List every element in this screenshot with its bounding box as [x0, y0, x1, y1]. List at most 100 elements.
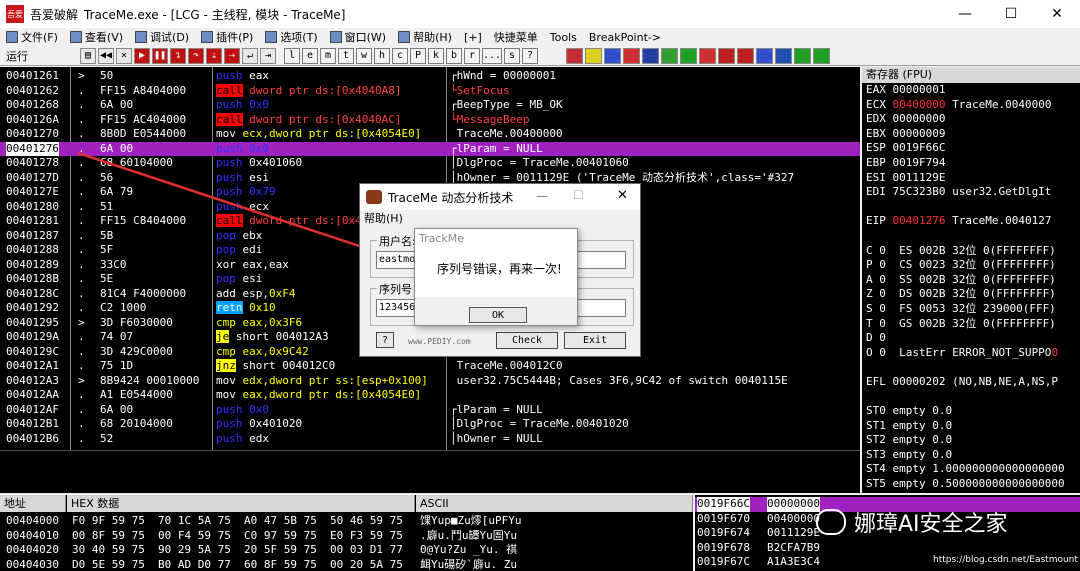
toolbar-letter-button[interactable]: t — [338, 47, 354, 64]
dump-header-hex[interactable]: HEX 数据 — [67, 495, 415, 512]
toolbar-letter-button[interactable]: e — [302, 47, 318, 64]
check-button[interactable]: Check — [496, 332, 558, 349]
menu-item[interactable]: [+] — [458, 31, 488, 44]
breakpoint-icon[interactable] — [604, 47, 621, 64]
execute-till-return-icon[interactable]: ↵ — [242, 47, 258, 64]
register-row[interactable]: A 0 SS 002B 32位 0(FFFFFFFF) — [862, 273, 1080, 288]
register-row[interactable] — [862, 389, 1080, 404]
disasm-row[interactable]: 004012A3 >8B9424 00010000 mov edx,dword pt… — [0, 374, 860, 389]
font-icon[interactable] — [813, 47, 830, 64]
toolbar-letter-button[interactable]: w — [356, 47, 372, 64]
menu-item[interactable]: 查看(V) — [64, 29, 129, 45]
menu-item[interactable]: 选项(T) — [259, 29, 323, 45]
register-row[interactable]: ST1 empty 0.0 — [862, 419, 1080, 434]
register-row[interactable]: P 0 CS 0023 32位 0(FFFFFFFF) — [862, 258, 1080, 273]
register-row[interactable] — [862, 200, 1080, 215]
toolbar-letter-button[interactable]: k — [428, 47, 444, 64]
stack-row[interactable]: 0019F678 B2CFA7B9 — [695, 541, 1080, 556]
menu-item[interactable]: 窗口(W) — [324, 29, 392, 45]
ok-button[interactable]: OK — [469, 307, 527, 323]
close-button[interactable]: ✕ — [1034, 0, 1080, 28]
register-row[interactable]: ST0 empty 0.0 — [862, 404, 1080, 419]
minimize-button[interactable]: — — [942, 0, 988, 28]
register-row[interactable]: EDX 00000000 — [862, 112, 1080, 127]
register-row[interactable]: ST6 empty 1.000000000000000000 — [862, 492, 1080, 493]
disasm-row[interactable]: 00401261 >50 push eax ┌hWnd = 00000001 — [0, 69, 860, 84]
close-icon[interactable]: ✕ — [116, 47, 132, 64]
toolbar-letter-button[interactable]: s — [504, 47, 520, 64]
disasm-row[interactable]: 004012AF. 6A 00 push 0x0 ┌lParam = NULL — [0, 403, 860, 418]
patch-icon[interactable] — [642, 47, 659, 64]
toolbar-letter-button[interactable]: r — [464, 47, 480, 64]
toolbar-letter-button[interactable]: ? — [522, 47, 538, 64]
disasm-row[interactable]: 0040126A. FF15 AC404000 call dword ptr ds:… — [0, 112, 860, 128]
trace-over-icon[interactable]: ⇢ — [224, 47, 240, 64]
maximize-button[interactable]: ☐ — [988, 0, 1034, 28]
step-into-icon[interactable]: ↴ — [170, 47, 186, 64]
register-row[interactable]: ECX 00400000 TraceMe.0040000 — [862, 98, 1080, 113]
register-row[interactable]: O 0 LastErr ERROR_NOT_SUPPO0 — [862, 346, 1080, 361]
record-icon[interactable] — [737, 47, 754, 64]
disasm-row[interactable]: 004012AA. A1 E0544000 mov eax,dword ptr ds… — [0, 388, 860, 403]
run-icon[interactable]: ▶ — [134, 47, 150, 64]
register-row[interactable]: EBP 0019F794 — [862, 156, 1080, 171]
disasm-row[interactable]: 004012B6. 52 push edx │hOwner = NULL — [0, 432, 860, 447]
cracker-icon[interactable] — [718, 47, 735, 64]
options-icon[interactable] — [680, 47, 697, 64]
rewind-icon[interactable]: ◀◀ — [98, 47, 114, 64]
open-icon[interactable]: ▤ — [80, 47, 96, 64]
register-row[interactable]: ST5 empty 0.500000000000000000 — [862, 477, 1080, 492]
dialog-close-button[interactable]: ✕ — [617, 188, 628, 203]
register-row[interactable]: ESP 0019F66C — [862, 141, 1080, 156]
pause-icon[interactable]: ❚❚ — [152, 47, 168, 64]
exit-button[interactable]: Exit — [564, 332, 626, 349]
register-row[interactable]: EAX 00000001 — [862, 83, 1080, 98]
register-row[interactable]: C 0 ES 002B 32位 0(FFFFFFFF) — [862, 244, 1080, 259]
toolbar-letter-button[interactable]: P — [410, 47, 426, 64]
goto-icon[interactable]: ⇥ — [260, 47, 276, 64]
register-row[interactable] — [862, 229, 1080, 244]
disasm-row[interactable]: 004012A1. 75 1D jnz short 004012C0 TraceMe… — [0, 359, 860, 374]
toolbar-letter-button[interactable]: c — [392, 47, 408, 64]
menu-item[interactable]: 快捷菜单 — [488, 29, 544, 45]
register-row[interactable]: ST2 empty 0.0 — [862, 433, 1080, 448]
dump-header-ascii[interactable]: ASCII — [416, 495, 693, 512]
heap-icon[interactable] — [756, 47, 773, 64]
plugin-icon[interactable] — [566, 47, 583, 64]
memory-dump-pane[interactable]: 地址 HEX 数据 ASCII 00404000 F0 9F 59 75 70 1C… — [0, 495, 693, 571]
disasm-row[interactable]: 00401262. FF15 A8404000 call dword ptr ds:… — [0, 83, 860, 99]
handle-icon[interactable] — [794, 47, 811, 64]
disasm-row[interactable]: 00401268. 6A 00 push 0x0 ┌BeepType = MB_OK — [0, 98, 860, 113]
disasm-row[interactable]: 00401276. 6A 00 push 0x0 ┌lParam = NULL — [0, 141, 860, 156]
register-row[interactable]: Z 0 DS 002B 32位 0(FFFFFFFF) — [862, 287, 1080, 302]
menu-item[interactable]: 调试(D) — [129, 29, 195, 45]
register-row[interactable]: EFL 00000202 (NO,NB,NE,A,NS,P — [862, 375, 1080, 390]
dialog-menu-help[interactable]: 帮助(H) — [360, 210, 640, 228]
dialog-minimize-button[interactable]: — — [536, 189, 548, 203]
help-button[interactable]: ? — [376, 332, 394, 348]
registers-pane[interactable]: 寄存器 (FPU) EAX 00000001 ECX 00400000 Trace… — [862, 67, 1080, 493]
disasm-row[interactable]: 004012B1. 68 20104000 push 0x401020 │DlgPro… — [0, 417, 860, 432]
register-row[interactable]: T 0 GS 002B 32位 0(FFFFFFFF) — [862, 317, 1080, 332]
menu-item[interactable]: BreakPoint-> — [583, 31, 667, 44]
memory-icon[interactable] — [661, 47, 678, 64]
cpu-icon[interactable] — [585, 47, 602, 64]
register-row[interactable] — [862, 360, 1080, 375]
register-row[interactable]: ST3 empty 0.0 — [862, 448, 1080, 463]
log-icon[interactable] — [623, 47, 640, 64]
register-row[interactable]: ST4 empty 1.000000000000000000 — [862, 462, 1080, 477]
trace-into-icon[interactable]: ⇣ — [206, 47, 222, 64]
register-row[interactable]: D 0 — [862, 331, 1080, 346]
dump-header-address[interactable]: 地址 — [0, 495, 66, 512]
register-row[interactable]: ESI 0011129E — [862, 171, 1080, 186]
menu-item[interactable]: 帮助(H) — [392, 29, 458, 45]
disasm-row[interactable]: 00401270. 8B0D E0544000 mov ecx,dword ptr … — [0, 127, 860, 142]
disasm-row[interactable]: 00401278. 68 60104000 push 0x401060 │DlgPro… — [0, 156, 860, 171]
register-row[interactable]: EBX 00000009 — [862, 127, 1080, 142]
register-row[interactable]: EIP 00401276 TraceMe.0040127 — [862, 214, 1080, 229]
dialog-maximize-button[interactable]: ☐ — [573, 188, 584, 202]
menu-item[interactable]: 文件(F) — [0, 29, 64, 45]
step-over-icon[interactable]: ↷ — [188, 47, 204, 64]
toolbar-letter-button[interactable]: l — [284, 47, 300, 64]
toolbar-letter-button[interactable]: ... — [482, 47, 502, 64]
